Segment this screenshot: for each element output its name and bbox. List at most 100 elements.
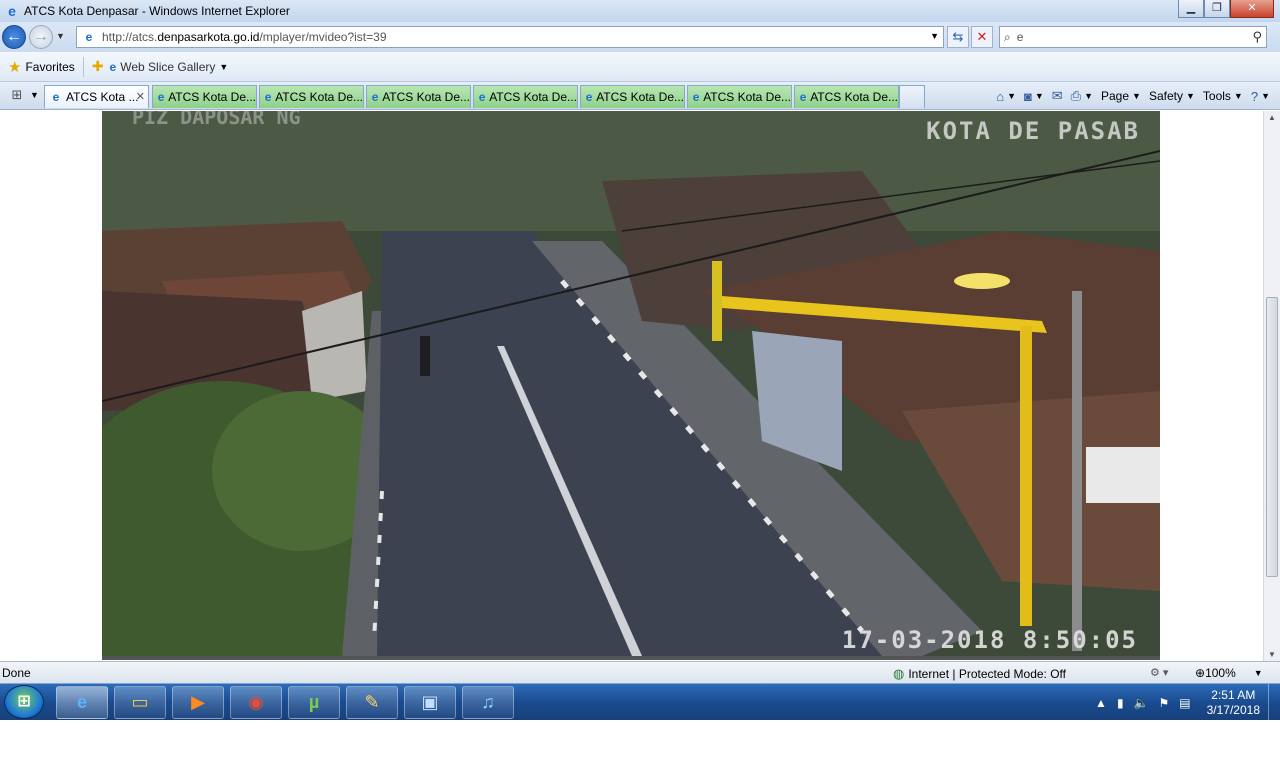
search-icon[interactable]: ⚲ <box>1252 29 1262 45</box>
chevron-down-icon[interactable]: ▼ <box>1084 91 1093 101</box>
scrollbar-thumb[interactable] <box>1266 297 1278 577</box>
favorites-button[interactable]: Favorites <box>25 60 74 74</box>
minimize-button[interactable]: ▁ <box>1178 0 1204 18</box>
show-desktop-button[interactable] <box>1268 684 1280 721</box>
web-slice-gallery-link[interactable]: Web Slice Gallery <box>120 60 215 74</box>
camera-name-overlay: KOTA DE PASAB <box>926 117 1140 145</box>
address-dropdown-icon[interactable]: ▼ <box>930 31 939 41</box>
chevron-down-icon[interactable]: ▼ <box>219 62 228 72</box>
tab-label: ATCS Kota De... <box>382 90 470 104</box>
taskbar-utorrent-icon[interactable]: µ <box>288 686 340 719</box>
protected-mode-icon[interactable]: ⚙ ▾ <box>1150 666 1168 679</box>
help-icon[interactable]: ? <box>1251 89 1258 104</box>
new-tab-button[interactable] <box>899 85 925 108</box>
chevron-down-icon[interactable]: ▼ <box>1035 91 1044 101</box>
camera-location-overlay: PIZ DAPOSAR NG <box>132 111 301 129</box>
show-hidden-icons[interactable]: ▲ <box>1095 696 1107 710</box>
page-icon: e <box>85 30 93 44</box>
safety-menu[interactable]: Safety <box>1149 89 1183 103</box>
chevron-down-icon[interactable]: ▼ <box>1007 91 1016 101</box>
scroll-down-icon[interactable]: ▼ <box>1268 650 1276 659</box>
title-bar: e ATCS Kota Denpasar - Windows Internet … <box>0 0 1280 22</box>
maximize-button[interactable]: ❐ <box>1204 0 1230 18</box>
tab-list-dropdown[interactable]: ▼ <box>30 90 39 100</box>
taskbar-itunes-icon[interactable]: ♫ <box>462 686 514 719</box>
taskbar-chrome-icon[interactable]: ◉ <box>230 686 282 719</box>
start-button[interactable]: ⊞ <box>4 685 44 719</box>
tab-8[interactable]: e ATCS Kota De... <box>794 85 899 108</box>
feeds-icon[interactable]: ◙ <box>1024 89 1032 104</box>
refresh-button[interactable]: ⇆ <box>947 26 969 48</box>
zone-label: Internet | Protected Mode: Off <box>908 667 1066 681</box>
tab-4[interactable]: e ATCS Kota De... <box>366 85 471 108</box>
tab-label: ATCS Kota De... <box>703 90 791 104</box>
taskbar-ie-icon[interactable]: e <box>56 686 108 719</box>
ie-icon: e <box>264 90 272 104</box>
print-icon[interactable]: ⎙ <box>1071 88 1081 104</box>
clock[interactable]: 2:51 AM 3/17/2018 <box>1207 688 1260 718</box>
scroll-up-icon[interactable]: ▲ <box>1268 113 1276 122</box>
camera-feed[interactable]: PIZ DAPOSAR NG KOTA DE PASAB 17-03-2018 … <box>102 111 1160 656</box>
page-content: PIZ DAPOSAR NG KOTA DE PASAB 17-03-2018 … <box>0 111 1280 661</box>
tab-5[interactable]: e ATCS Kota De... <box>473 85 578 108</box>
back-button[interactable]: ← <box>2 25 26 49</box>
taskbar-remote-desktop-icon[interactable]: ▣ <box>404 686 456 719</box>
stop-button[interactable]: ✕ <box>971 26 993 48</box>
clock-date: 3/17/2018 <box>1206 702 1260 717</box>
favorites-star-icon[interactable]: ★ <box>8 58 21 76</box>
video-controls-strip <box>102 656 1160 660</box>
chevron-down-icon[interactable]: ▼ <box>1186 91 1195 101</box>
search-input[interactable]: e <box>1017 30 1024 44</box>
ie-icon: e <box>585 90 593 104</box>
action-center-icon[interactable]: ⚑ <box>1159 696 1170 710</box>
tab-7[interactable]: e ATCS Kota De... <box>687 85 792 108</box>
status-text: Done <box>2 666 31 680</box>
tab-2[interactable]: e ATCS Kota De... <box>152 85 257 108</box>
tab-1[interactable]: e ATCS Kota ... ✕ <box>44 85 149 108</box>
command-bar: ⌂ ▼ ◙ ▼ ✉ ⎙ ▼ Page ▼ Safety ▼ Tools ▼ ? ▼ <box>988 86 1270 106</box>
ie-icon: e <box>157 90 165 104</box>
ie-icon: e <box>692 90 700 104</box>
address-url[interactable]: http://atcs.denpasarkota.go.id/mplayer/m… <box>102 30 387 44</box>
tab-label: ATCS Kota De... <box>596 90 684 104</box>
security-zone[interactable]: ◍ Internet | Protected Mode: Off <box>893 666 1066 682</box>
address-bar[interactable]: e http://atcs.denpasarkota.go.id/mplayer… <box>76 26 944 48</box>
mail-icon[interactable]: ✉ <box>1052 88 1063 104</box>
zoom-icon: ⊕ <box>1195 666 1206 680</box>
zoom-control[interactable]: ⊕ 100% ▼ <box>1195 666 1263 680</box>
ie-icon: e <box>478 90 486 104</box>
taskbar-explorer-icon[interactable]: ▭ <box>114 686 166 719</box>
ie-icon: e <box>371 90 379 104</box>
power-icon[interactable]: ▤ <box>1179 696 1190 710</box>
chevron-down-icon[interactable]: ▼ <box>1234 91 1243 101</box>
chevron-down-icon[interactable]: ▼ <box>1254 668 1263 678</box>
favorites-bar: ★ Favorites ✚ e Web Slice Gallery ▼ <box>0 52 1280 82</box>
network-icon[interactable]: ▮ <box>1117 696 1124 710</box>
chevron-down-icon[interactable]: ▼ <box>1132 91 1141 101</box>
chevron-down-icon[interactable]: ▼ <box>1261 91 1270 101</box>
search-box[interactable]: ⌕ e ⚲ <box>999 26 1267 48</box>
recent-pages-dropdown[interactable]: ▼ <box>56 31 65 41</box>
quick-tabs-icon[interactable]: ⊞ <box>6 87 28 105</box>
search-provider-icon: ⌕ <box>1004 29 1011 44</box>
vertical-scrollbar[interactable]: ▲ ▼ <box>1263 111 1280 661</box>
camera-scene <box>102 111 1160 656</box>
taskbar-paint-icon[interactable]: ✎ <box>346 686 398 719</box>
ie-icon: e <box>799 90 807 104</box>
tab-label: ATCS Kota De... <box>275 90 363 104</box>
forward-button[interactable]: → <box>29 25 53 49</box>
tab-label: ATCS Kota De... <box>168 90 256 104</box>
add-to-favorites-icon[interactable]: ✚ <box>92 58 104 75</box>
tools-menu[interactable]: Tools <box>1203 89 1231 103</box>
ie-icon: e <box>8 3 16 19</box>
tab-6[interactable]: e ATCS Kota De... <box>580 85 685 108</box>
volume-icon[interactable]: 🔈 <box>1134 696 1149 710</box>
page-menu[interactable]: Page <box>1101 89 1129 103</box>
taskbar-media-player-icon[interactable]: ▶ <box>172 686 224 719</box>
status-bar: Done ◍ Internet | Protected Mode: Off ⚙ … <box>0 661 1280 683</box>
close-button[interactable]: ✕ <box>1230 0 1274 18</box>
window-controls: ▁ ❐ ✕ <box>1178 0 1274 18</box>
home-icon[interactable]: ⌂ <box>996 89 1004 104</box>
tab-3[interactable]: e ATCS Kota De... <box>259 85 364 108</box>
close-tab-icon[interactable]: ✕ <box>136 90 145 103</box>
